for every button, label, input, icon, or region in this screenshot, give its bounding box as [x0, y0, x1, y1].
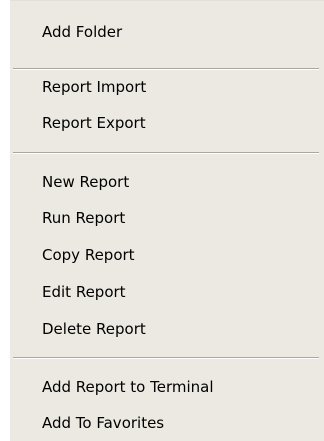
menu-item-report-import[interactable]: Report Import — [10, 73, 314, 101]
menu-item-delete-report[interactable]: Delete Report — [10, 315, 314, 343]
menu-separator — [13, 357, 319, 359]
menu-item-run-report[interactable]: Run Report — [10, 204, 314, 232]
menu-item-add-folder[interactable]: Add Folder — [10, 18, 314, 46]
menu-item-new-report[interactable]: New Report — [10, 168, 314, 196]
menu-item-copy-report[interactable]: Copy Report — [10, 241, 314, 269]
menu-item-add-report-to-terminal[interactable]: Add Report to Terminal — [10, 373, 314, 401]
menu-separator — [13, 152, 319, 154]
context-menu: Add Folder Report Import Report Export N… — [10, 0, 324, 441]
menu-item-report-export[interactable]: Report Export — [10, 109, 314, 137]
menu-item-add-to-favorites[interactable]: Add To Favorites — [10, 409, 314, 437]
menu-separator — [13, 68, 319, 70]
menu-item-edit-report[interactable]: Edit Report — [10, 278, 314, 306]
